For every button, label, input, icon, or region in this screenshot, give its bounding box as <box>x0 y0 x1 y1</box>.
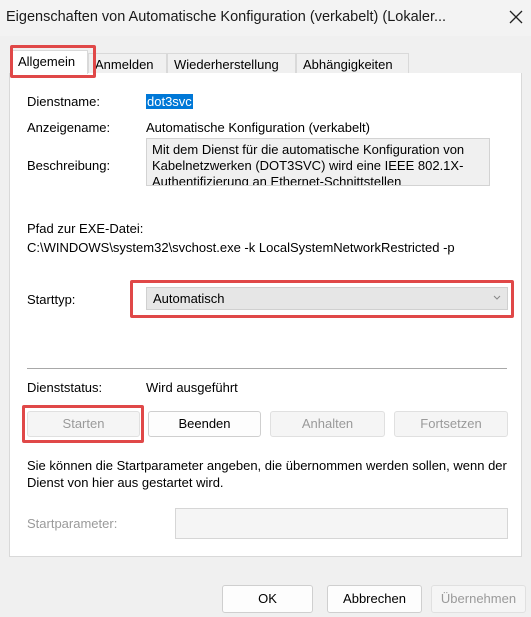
description-box[interactable]: Mit dem Dienst für die automatische Konf… <box>146 138 490 186</box>
start-params-input[interactable] <box>175 508 508 539</box>
divider <box>27 368 507 369</box>
pause-button[interactable]: Anhalten <box>270 411 385 437</box>
apply-button[interactable]: Übernehmen <box>431 585 526 613</box>
exe-path-label: Pfad zur EXE-Datei: <box>27 221 144 236</box>
tab-label: Anmelden <box>95 57 154 72</box>
description-scrollbar[interactable] <box>475 139 489 185</box>
tab-label: Allgemein <box>18 54 76 69</box>
start-params-label: Startparameter: <box>27 516 118 531</box>
service-status-label: Dienststatus: <box>27 380 103 395</box>
exe-path-value: C:\WINDOWS\system32\svchost.exe -k Local… <box>27 240 455 255</box>
service-name-value[interactable]: dot3svc <box>146 94 193 109</box>
tab-abhaengigkeiten[interactable]: Abhängigkeiten <box>296 53 409 74</box>
display-name-value[interactable]: Automatische Konfiguration (verkabelt) <box>146 120 370 135</box>
service-status-value: Wird ausgeführt <box>146 380 238 395</box>
tab-label: Abhängigkeiten <box>303 57 393 72</box>
service-name-label: Dienstname: <box>27 94 100 109</box>
resume-button[interactable]: Fortsetzen <box>394 411 508 437</box>
description-text: Mit dem Dienst für die automatische Konf… <box>152 142 465 186</box>
title-bar: Eigenschaften von Automatische Konfigura… <box>0 0 531 36</box>
startup-type-value: Automatisch <box>153 291 225 306</box>
cancel-button[interactable]: Abbrechen <box>327 585 422 613</box>
start-button[interactable]: Starten <box>27 411 140 437</box>
window-title: Eigenschaften von Automatische Konfigura… <box>6 9 447 25</box>
service-name-selected-text: dot3svc <box>146 94 193 109</box>
tab-wiederherstellung[interactable]: Wiederherstellung <box>167 53 296 74</box>
description-label: Beschreibung: <box>27 158 111 173</box>
start-params-hint: Sie können die Startparameter angeben, d… <box>27 458 507 490</box>
stop-button[interactable]: Beenden <box>148 411 261 437</box>
tab-label: Wiederherstellung <box>174 57 279 72</box>
display-name-label: Anzeigename: <box>27 120 111 135</box>
startup-type-select[interactable]: Automatisch <box>146 287 508 310</box>
startup-type-label: Starttyp: <box>27 292 76 307</box>
close-icon[interactable] <box>506 7 526 27</box>
tab-anmelden[interactable]: Anmelden <box>88 53 167 74</box>
tab-allgemein[interactable]: Allgemein <box>11 50 88 74</box>
chevron-down-icon <box>493 295 501 300</box>
ok-button[interactable]: OK <box>222 585 313 613</box>
